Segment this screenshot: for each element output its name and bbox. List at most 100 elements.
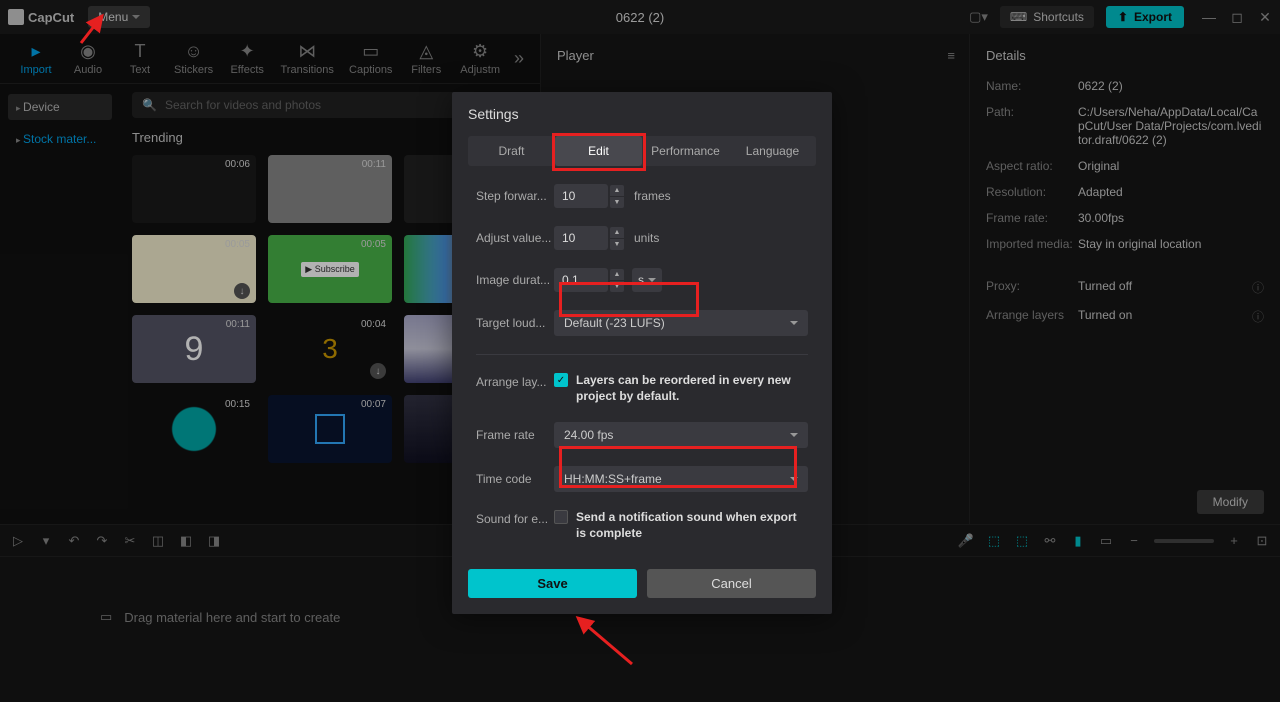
media-thumbnail[interactable]: 300:04↓ [268,315,392,383]
tab-text[interactable]: TText [114,38,166,80]
chevron-down-icon [790,477,798,481]
spin-down-icon[interactable]: ▼ [610,281,624,292]
sidebar-device[interactable]: Device [8,94,112,120]
filters-icon: ◬ [416,42,436,62]
chain-icon[interactable]: ⚯ [1042,533,1058,549]
framerate-select[interactable]: 24.00 fps [554,422,808,448]
import-icon: ▸ [26,42,46,62]
media-thumbnail[interactable]: 00:05↓ [132,235,256,303]
spin-up-icon[interactable]: ▲ [610,269,624,280]
details-panel: Details Name:0622 (2) Path:C:/Users/Neha… [970,34,1280,524]
undo-icon[interactable]: ↶ [66,533,82,549]
tab-captions[interactable]: ▭Captions [341,38,400,80]
media-thumbnail[interactable]: 00:15 [132,395,256,463]
preview-icon[interactable]: ▭ [1098,533,1114,549]
cancel-button[interactable]: Cancel [647,569,816,598]
title-bar: CapCut Menu 0622 (2) ▢▾ ⌨ Shortcuts ⬆ Ex… [0,0,1280,34]
media-thumbnail[interactable]: 00:07 [268,395,392,463]
magnet-icon[interactable]: ⬚ [986,533,1002,549]
arrange-layers-checkbox[interactable]: ✓ [554,373,568,387]
text-icon: T [130,42,150,62]
fit-icon[interactable]: ⊡ [1254,533,1270,549]
redo-icon[interactable]: ↷ [94,533,110,549]
media-thumbnail[interactable]: 900:11 [132,315,256,383]
settings-tab-draft[interactable]: Draft [468,136,555,166]
tab-transitions[interactable]: ⋈Transitions [273,38,341,80]
link-icon[interactable]: ⬚ [1014,533,1030,549]
chevron-down-icon [648,278,656,282]
player-menu-icon[interactable]: ≡ [947,48,955,63]
tab-adjustment[interactable]: ⚙Adjustm [452,38,508,80]
settings-tab-performance[interactable]: Performance [642,136,729,166]
capcut-icon [8,9,24,25]
close-button[interactable]: ✕ [1258,10,1272,24]
image-duration-unit-select[interactable]: s [632,268,662,292]
export-button[interactable]: ⬆ Export [1106,6,1184,28]
effects-icon: ✦ [237,42,257,62]
upload-icon: ⬆ [1118,10,1128,24]
search-placeholder: Search for videos and photos [165,98,321,112]
transitions-icon: ⋈ [297,42,317,62]
media-thumbnail[interactable]: 00:06 [132,155,256,223]
tool-icon[interactable]: ◫ [150,533,166,549]
layout-icon[interactable]: ▢▾ [969,9,988,25]
modify-button[interactable]: Modify [1197,490,1264,514]
snap-icon[interactable]: ▮ [1070,533,1086,549]
app-name: CapCut [28,10,74,25]
export-sound-checkbox[interactable] [554,510,568,524]
shortcuts-button[interactable]: ⌨ Shortcuts [1000,6,1094,28]
tool-icon[interactable]: ◧ [178,533,194,549]
spin-down-icon[interactable]: ▼ [610,197,624,208]
split-icon[interactable]: ✂ [122,533,138,549]
more-tabs-button[interactable]: » [508,48,530,69]
captions-icon: ▭ [361,42,381,62]
save-button[interactable]: Save [468,569,637,598]
chevron-down-icon [790,321,798,325]
maximize-button[interactable]: ◻ [1230,10,1244,24]
chevron-down-icon [132,15,140,19]
download-icon[interactable]: ↓ [234,283,250,299]
media-sidebar: Device Stock mater... [0,84,120,524]
annotation-arrow [568,612,638,672]
minimize-button[interactable]: — [1202,10,1216,24]
zoom-in-icon[interactable]: + [1226,533,1242,549]
tool-icon[interactable]: ◨ [206,533,222,549]
tab-stickers[interactable]: ☺Stickers [166,38,221,80]
mic-icon[interactable]: 🎤 [958,533,974,549]
tab-import[interactable]: ▸Import [10,38,62,80]
step-forward-input[interactable] [554,184,608,208]
app-logo: CapCut [8,9,74,25]
adjustment-icon: ⚙ [470,42,490,62]
image-duration-input[interactable] [554,268,608,292]
zoom-out-icon[interactable]: − [1126,533,1142,549]
tab-filters[interactable]: ◬Filters [400,38,452,80]
keyboard-icon: ⌨ [1010,10,1027,24]
annotation-arrow [76,8,116,48]
chevron-down-icon [790,433,798,437]
settings-tab-edit[interactable]: Edit [555,136,642,166]
download-icon[interactable]: ↓ [370,363,386,379]
media-thumbnail[interactable]: 00:11 [268,155,392,223]
timeline-placeholder: Drag material here and start to create [124,610,340,625]
zoom-slider[interactable] [1154,539,1214,543]
pointer-tool-icon[interactable]: ▷ [10,533,26,549]
adjust-value-input[interactable] [554,226,608,250]
project-title: 0622 (2) [616,10,664,25]
chevron-down-icon[interactable]: ▾ [38,533,54,549]
player-title: Player [541,34,969,77]
search-icon: 🔍 [142,98,157,112]
settings-tab-language[interactable]: Language [729,136,816,166]
dialog-title: Settings [452,92,832,130]
settings-dialog: Settings Draft Edit Performance Language… [452,92,832,614]
spin-down-icon[interactable]: ▼ [610,239,624,250]
target-loudness-select[interactable]: Default (-23 LUFS) [554,310,808,336]
timecode-select[interactable]: HH:MM:SS+frame [554,466,808,492]
spin-up-icon[interactable]: ▲ [610,185,624,196]
tab-effects[interactable]: ✦Effects [221,38,273,80]
media-thumbnail[interactable]: ▶ Subscribe00:05 [268,235,392,303]
sidebar-stock[interactable]: Stock mater... [8,126,112,152]
placeholder-icon: ▭ [100,609,112,625]
stickers-icon: ☺ [184,42,204,62]
details-title: Details [986,48,1264,79]
spin-up-icon[interactable]: ▲ [610,227,624,238]
